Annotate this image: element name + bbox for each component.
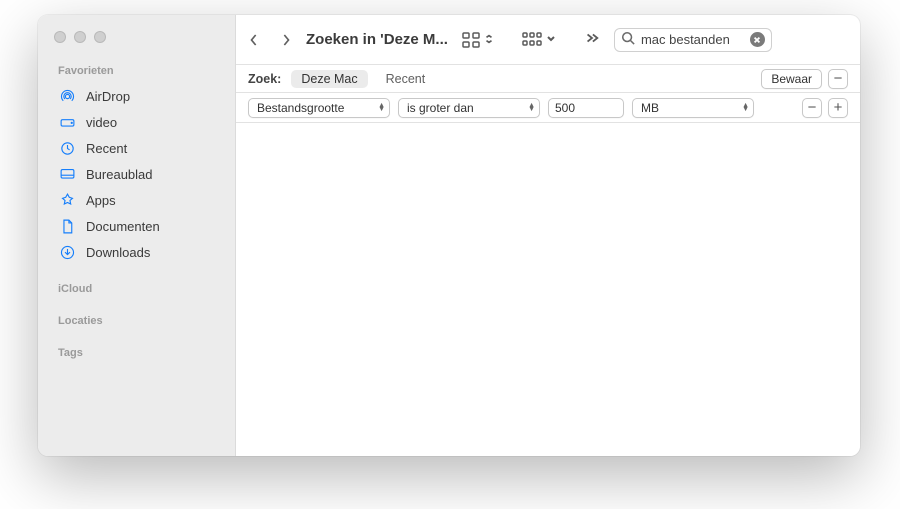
save-search-button[interactable]: Bewaar bbox=[761, 69, 822, 89]
group-by-button[interactable] bbox=[522, 31, 556, 49]
window-controls bbox=[38, 25, 235, 61]
clock-icon bbox=[58, 139, 76, 157]
search-icon bbox=[621, 31, 635, 48]
desktop-icon bbox=[58, 165, 76, 183]
section-locations: Locaties bbox=[38, 311, 235, 333]
criteria-attribute-select[interactable]: Bestandsgrootte ▲▼ bbox=[248, 98, 390, 118]
section-icloud: iCloud bbox=[38, 279, 235, 301]
sidebar-item-label: Recent bbox=[86, 141, 127, 156]
criteria-row: Bestandsgrootte ▲▼ is groter dan ▲▼ 500 … bbox=[236, 93, 860, 123]
apps-icon bbox=[58, 191, 76, 209]
close-button[interactable] bbox=[54, 31, 66, 43]
sidebar-item-documents[interactable]: Documenten bbox=[38, 213, 235, 239]
search-field[interactable]: mac bestanden bbox=[614, 28, 772, 52]
main-pane: Zoeken in 'Deze M... mac bestanden bbox=[236, 15, 860, 456]
window-title: Zoeken in 'Deze M... bbox=[306, 31, 448, 48]
scope-this-mac[interactable]: Deze Mac bbox=[291, 70, 367, 88]
downloads-icon bbox=[58, 243, 76, 261]
criteria-remove-button[interactable]: − bbox=[802, 98, 822, 118]
select-value: is groter dan bbox=[407, 101, 474, 115]
input-value: 500 bbox=[555, 101, 575, 115]
sidebar-item-label: Downloads bbox=[86, 245, 150, 260]
scope-label: Zoek: bbox=[248, 72, 281, 86]
back-button[interactable] bbox=[248, 33, 260, 47]
document-icon bbox=[58, 217, 76, 235]
updown-icon: ▲▼ bbox=[378, 104, 385, 111]
remove-criteria-button[interactable]: − bbox=[828, 69, 848, 89]
criteria-add-button[interactable]: + bbox=[828, 98, 848, 118]
sidebar-item-label: video bbox=[86, 115, 117, 130]
results-area bbox=[236, 123, 860, 456]
search-text: mac bestanden bbox=[641, 32, 744, 47]
criteria-unit-select[interactable]: MB ▲▼ bbox=[632, 98, 754, 118]
updown-icon: ▲▼ bbox=[528, 104, 535, 111]
zoom-button[interactable] bbox=[94, 31, 106, 43]
section-tags: Tags bbox=[38, 343, 235, 365]
sidebar-item-label: Apps bbox=[86, 193, 116, 208]
criteria-operator-select[interactable]: is groter dan ▲▼ bbox=[398, 98, 540, 118]
sidebar-item-desktop[interactable]: Bureaublad bbox=[38, 161, 235, 187]
sidebar-item-apps[interactable]: Apps bbox=[38, 187, 235, 213]
finder-window: Favorieten AirDrop video Recent Bureaubl… bbox=[38, 15, 860, 456]
toolbar: Zoeken in 'Deze M... mac bestanden bbox=[236, 15, 860, 65]
nav-buttons bbox=[248, 33, 292, 47]
minimize-button[interactable] bbox=[74, 31, 86, 43]
sidebar-item-label: AirDrop bbox=[86, 89, 130, 104]
sidebar-item-recent[interactable]: Recent bbox=[38, 135, 235, 161]
clear-search-button[interactable] bbox=[750, 32, 765, 47]
forward-button[interactable] bbox=[280, 33, 292, 47]
sidebar-item-downloads[interactable]: Downloads bbox=[38, 239, 235, 265]
scope-recent[interactable]: Recent bbox=[378, 70, 434, 88]
sidebar-item-airdrop[interactable]: AirDrop bbox=[38, 83, 235, 109]
scope-bar: Zoek: Deze Mac Recent Bewaar − bbox=[236, 65, 860, 93]
select-value: Bestandsgrootte bbox=[257, 101, 344, 115]
sidebar-item-label: Bureaublad bbox=[86, 167, 153, 182]
sidebar-item-video[interactable]: video bbox=[38, 109, 235, 135]
sidebar: Favorieten AirDrop video Recent Bureaubl… bbox=[38, 15, 236, 456]
airdrop-icon bbox=[58, 87, 76, 105]
select-value: MB bbox=[641, 101, 659, 115]
updown-icon: ▲▼ bbox=[742, 104, 749, 111]
toolbar-overflow-button[interactable] bbox=[584, 31, 600, 49]
view-mode-button[interactable] bbox=[462, 31, 494, 49]
sidebar-item-label: Documenten bbox=[86, 219, 160, 234]
criteria-value-input[interactable]: 500 bbox=[548, 98, 624, 118]
drive-icon bbox=[58, 113, 76, 131]
section-favorites: Favorieten bbox=[38, 61, 235, 83]
view-controls bbox=[462, 31, 600, 49]
